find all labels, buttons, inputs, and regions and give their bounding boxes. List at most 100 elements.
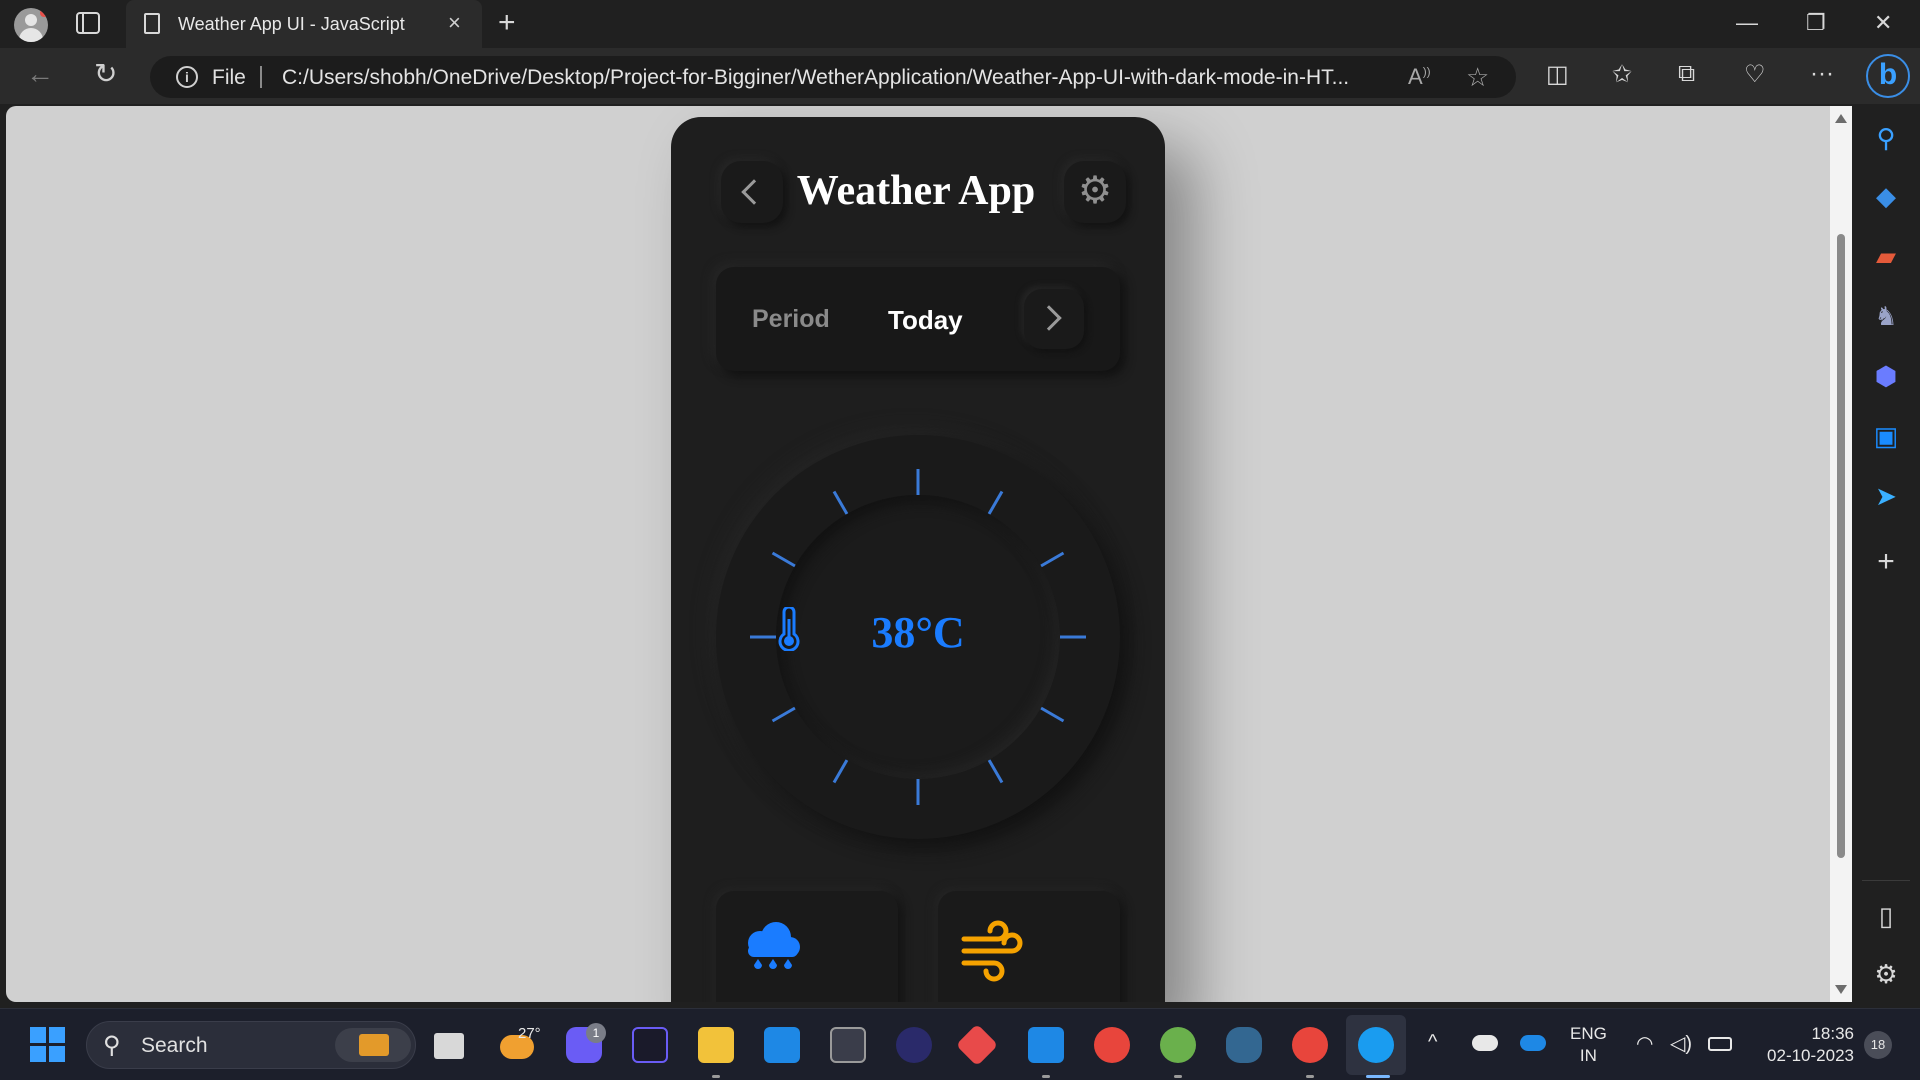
- teams-badge: 1: [586, 1023, 606, 1043]
- notification-badge[interactable]: 18: [1864, 1031, 1892, 1059]
- browser-title-bar: Weather App UI - JavaScript × + — ❐ ✕: [0, 0, 1920, 48]
- page-viewport: Weather App ⚙ Period Today 38°C: [6, 106, 1836, 1002]
- windows-start-icon[interactable]: [30, 1027, 66, 1063]
- search-icon: ⚲: [103, 1032, 121, 1059]
- minimize-button[interactable]: —: [1736, 10, 1758, 36]
- file-explorer-icon[interactable]: [698, 1027, 734, 1063]
- copilot-icon[interactable]: b: [1866, 54, 1910, 98]
- show-hidden-icons[interactable]: ^: [1428, 1031, 1437, 1054]
- chevron-right-icon: [1036, 305, 1062, 331]
- period-selector: Period Today: [716, 267, 1120, 371]
- vscode-icon[interactable]: [1028, 1027, 1064, 1063]
- volume-icon[interactable]: ◁): [1670, 1031, 1692, 1056]
- terminal-icon[interactable]: [830, 1027, 866, 1063]
- scroll-up-arrow[interactable]: [1835, 114, 1847, 123]
- dial-tick: [832, 490, 849, 515]
- tools-icon[interactable]: ▰: [1872, 242, 1900, 270]
- reload-button[interactable]: ↻: [94, 58, 117, 90]
- region-code: IN: [1579, 1046, 1597, 1065]
- page-scrollbar[interactable]: [1830, 106, 1852, 1002]
- favorite-star-icon[interactable]: ☆: [1466, 62, 1489, 93]
- running-indicator: [712, 1075, 720, 1078]
- language-indicator[interactable]: ENG IN: [1570, 1023, 1607, 1067]
- wind-icon: [961, 920, 1023, 982]
- panel-icon[interactable]: ▯: [1872, 902, 1900, 930]
- onedrive-personal-icon[interactable]: [1472, 1035, 1498, 1051]
- maximize-button[interactable]: ❐: [1806, 10, 1826, 36]
- scroll-down-arrow[interactable]: [1835, 985, 1847, 994]
- outlook-icon[interactable]: ▣: [1872, 422, 1900, 450]
- search-icon[interactable]: ⚲: [1872, 124, 1900, 152]
- onedrive-business-icon[interactable]: [1520, 1035, 1546, 1051]
- running-indicator: [1306, 1075, 1314, 1078]
- office-icon[interactable]: ⬢: [1872, 362, 1900, 390]
- address-separator: [260, 66, 262, 88]
- settings-icon[interactable]: ⚙: [1872, 960, 1900, 988]
- git-icon[interactable]: [955, 1023, 999, 1067]
- address-bar[interactable]: i File C:/Users/shobh/OneDrive/Desktop/P…: [150, 56, 1516, 98]
- browser-toolbar: ← ↻ i File C:/Users/shobh/OneDrive/Deskt…: [0, 48, 1920, 104]
- battery-icon[interactable]: [1708, 1037, 1732, 1051]
- eclipse-icon[interactable]: [896, 1027, 932, 1063]
- read-aloud-icon[interactable]: A)): [1408, 64, 1431, 90]
- favorites-icon[interactable]: ✩: [1612, 60, 1632, 89]
- tab-title: Weather App UI - JavaScript: [178, 14, 405, 34]
- browser-essentials-icon[interactable]: ♡: [1744, 60, 1766, 89]
- more-menu-icon[interactable]: ···: [1810, 60, 1834, 88]
- chrome-icon[interactable]: [1094, 1027, 1130, 1063]
- tab-actions-icon[interactable]: [76, 12, 100, 34]
- avatar-body: [19, 28, 43, 42]
- send-icon[interactable]: ➤: [1872, 482, 1900, 510]
- taskbar-search-label: Search: [141, 1034, 208, 1057]
- url-text[interactable]: C:/Users/shobh/OneDrive/Desktop/Project-…: [282, 66, 1349, 90]
- system-clock[interactable]: 18:36 02-10-2023: [1754, 1023, 1854, 1067]
- gear-icon: ⚙: [1077, 170, 1113, 212]
- dial-tick: [771, 551, 796, 568]
- weather-widget-temp: 27°: [518, 1025, 541, 1042]
- dial-tick: [987, 759, 1004, 784]
- back-button[interactable]: ←: [26, 58, 54, 90]
- settings-button[interactable]: ⚙: [1064, 161, 1126, 223]
- wifi-icon[interactable]: ◠: [1636, 1031, 1653, 1056]
- spring-icon[interactable]: [1160, 1027, 1196, 1063]
- task-view-icon[interactable]: [434, 1033, 464, 1059]
- app-title: Weather App: [796, 168, 1036, 214]
- scroll-thumb[interactable]: [1837, 234, 1845, 858]
- add-icon[interactable]: +: [1872, 547, 1900, 577]
- temperature-value: 38°C: [871, 608, 965, 657]
- browser-tab[interactable]: Weather App UI - JavaScript ×: [126, 0, 482, 48]
- dial-tick: [1040, 551, 1065, 568]
- wind-card[interactable]: [938, 891, 1120, 1002]
- next-period-button[interactable]: [1024, 289, 1084, 349]
- taskbar-search[interactable]: ⚲ Search: [86, 1021, 416, 1069]
- close-window-button[interactable]: ✕: [1874, 10, 1892, 36]
- collections-icon[interactable]: ⧉: [1678, 60, 1695, 88]
- chrome-profile-icon[interactable]: [1292, 1027, 1328, 1063]
- running-indicator: [1174, 1075, 1182, 1078]
- search-highlight-icon: [335, 1028, 411, 1062]
- edge-icon[interactable]: [1358, 1027, 1394, 1063]
- dial-tick: [1040, 706, 1065, 723]
- info-icon[interactable]: i: [176, 66, 198, 88]
- clock-date: 02-10-2023: [1767, 1046, 1854, 1065]
- profile-notification-dot: [40, 9, 48, 17]
- weather-app-card: Weather App ⚙ Period Today 38°C: [671, 117, 1165, 1002]
- profile-avatar[interactable]: [14, 8, 48, 42]
- dial-tick: [832, 759, 849, 784]
- intellij-icon[interactable]: [632, 1027, 668, 1063]
- mail-icon[interactable]: [764, 1027, 800, 1063]
- postgresql-icon[interactable]: [1226, 1027, 1262, 1063]
- clock-time: 18:36: [1811, 1024, 1854, 1043]
- rain-card[interactable]: [716, 891, 898, 1002]
- tab-close-button[interactable]: ×: [448, 12, 461, 34]
- windows-taskbar: ⚲ Search 27° 1 ^ ENG IN ◠ ◁) 18:36 02-10…: [0, 1008, 1920, 1080]
- new-tab-button[interactable]: +: [498, 8, 516, 38]
- split-screen-icon[interactable]: ◫: [1546, 60, 1569, 89]
- shopping-icon[interactable]: ◆: [1872, 182, 1900, 210]
- chevron-left-icon: [741, 179, 767, 205]
- back-nav-button[interactable]: [721, 161, 783, 223]
- period-label: Period: [752, 305, 830, 333]
- temperature-readout: 38°C: [776, 607, 1060, 658]
- thermometer-icon: [778, 607, 800, 651]
- games-icon[interactable]: ♞: [1872, 302, 1900, 330]
